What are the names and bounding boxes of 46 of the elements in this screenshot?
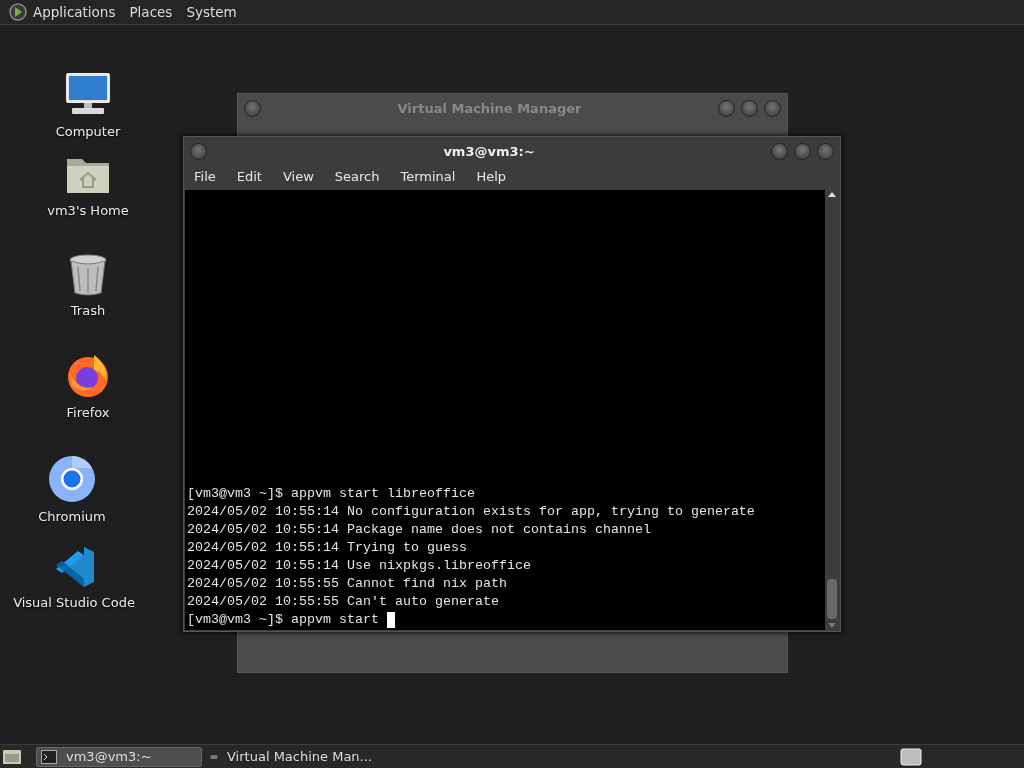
desktop-icon-label[interactable]: vm3's Home [47, 203, 129, 218]
menu-item[interactable]: Help [476, 169, 507, 184]
taskbar-button[interactable]: vm3@vm3:~ [36, 746, 202, 767]
close-button[interactable] [764, 99, 781, 117]
window-title: Virtual Machine Manager [396, 100, 583, 116]
logo-icon[interactable] [8, 2, 28, 22]
menu-item[interactable]: Search [334, 169, 380, 184]
window-title: vm3@vm3:~ [442, 143, 536, 159]
trash-icon[interactable] [68, 253, 108, 297]
menu-item[interactable]: Edit [236, 169, 262, 184]
desktop-icon-label[interactable]: Chromium [38, 509, 106, 524]
panel-menu[interactable]: Applications [33, 4, 116, 20]
terminal-line: 2024/05/02 10:55:55 Can't auto generate [187, 593, 500, 611]
terminal-line: 2024/05/02 10:55:14 Trying to guess [187, 539, 468, 557]
minimize-button[interactable] [771, 142, 788, 160]
desktop-icon-label[interactable]: Trash [70, 303, 106, 318]
taskbar-button[interactable]: Virtual Machine Man... [206, 746, 372, 767]
desktop-icon-label[interactable]: Visual Studio Code [13, 595, 135, 610]
maximize-button[interactable] [741, 99, 758, 117]
terminal-line: 2024/05/02 10:55:55 Cannot find nix path [187, 575, 508, 593]
close-button[interactable] [817, 142, 834, 160]
chromium-icon[interactable] [48, 455, 96, 503]
panel-menu[interactable]: Places [129, 4, 173, 20]
minimize-button[interactable] [718, 99, 735, 117]
terminal-line: [vm3@vm3 ~]$ appvm start libreoffice [187, 485, 476, 503]
terminal-line: 2024/05/02 10:55:14 Use nixpkgs.libreoffice [187, 557, 532, 575]
desktop-icon-label[interactable]: Firefox [66, 405, 110, 420]
window-menu-button[interactable] [190, 142, 207, 160]
desktop-icon-label[interactable]: Computer [55, 124, 121, 139]
command-prompt: [vm3@vm3 ~]$ appvm start [187, 611, 379, 629]
workspace-switcher-icon[interactable] [900, 747, 922, 766]
panel-menu[interactable]: System [186, 4, 237, 20]
maximize-button[interactable] [794, 142, 811, 160]
scrollbar[interactable] [825, 190, 839, 630]
scrollbar-thumb[interactable] [827, 579, 837, 619]
scroll-down-icon[interactable] [828, 623, 836, 628]
terminal-line: 2024/05/02 10:55:14 No configuration exists for app, trying to generate [187, 503, 756, 521]
terminal-icon [41, 749, 57, 764]
text-cursor [386, 612, 395, 628]
window-menu-button[interactable] [244, 99, 261, 117]
terminal-line: 2024/05/02 10:55:14 Package name does not contains channel [187, 521, 652, 539]
scroll-up-icon[interactable] [828, 192, 836, 197]
show-desktop-icon[interactable] [2, 747, 22, 766]
menu-item[interactable]: View [282, 169, 314, 184]
menu-item[interactable]: Terminal [400, 169, 456, 184]
menu-item[interactable]: File [194, 169, 216, 184]
